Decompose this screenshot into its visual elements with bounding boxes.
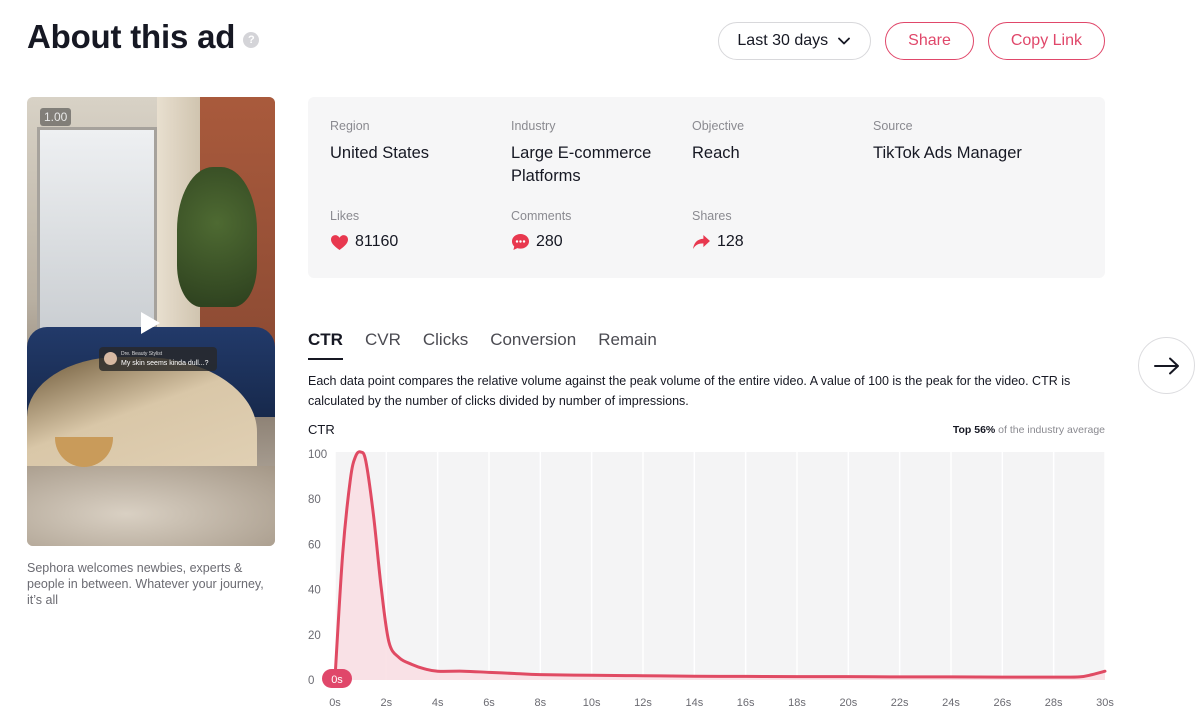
- tab-conversion[interactable]: Conversion: [490, 330, 576, 360]
- video-timestamp: 1.00: [40, 108, 72, 126]
- x-tick-label: 16s: [737, 697, 755, 709]
- shares-label: Shares: [692, 209, 732, 223]
- x-tick-label: 28s: [1045, 697, 1063, 709]
- help-icon[interactable]: ?: [243, 32, 260, 48]
- x-tick-label: 0s: [329, 697, 341, 709]
- industry-average-text: of the industry average: [995, 424, 1105, 436]
- avatar: [104, 352, 117, 365]
- y-tick-label: 100: [308, 449, 327, 461]
- page-title: About this ad ?: [27, 18, 260, 56]
- x-tick-label: 14s: [685, 697, 703, 709]
- shares-cell: Shares 128: [692, 209, 744, 251]
- x-tick-label: 26s: [993, 697, 1011, 709]
- x-tick-label: 22s: [891, 697, 909, 709]
- tab-clicks[interactable]: Clicks: [423, 330, 468, 360]
- share-button[interactable]: Share: [885, 22, 974, 60]
- date-range-dropdown[interactable]: Last 30 days: [718, 22, 872, 60]
- page-title-text: About this ad: [27, 18, 236, 55]
- play-button[interactable]: [119, 292, 181, 354]
- chart-plot-background: [335, 452, 1105, 680]
- copy-link-button[interactable]: Copy Link: [987, 22, 1105, 60]
- chart-label: CTR: [308, 422, 335, 437]
- heart-icon: [331, 234, 348, 250]
- industry-cell: Industry Large E-commerce Platforms: [511, 119, 681, 188]
- header-actions: Last 30 days Share Copy Link: [718, 22, 1105, 60]
- x-tick-label: 2s: [381, 697, 393, 709]
- x-tick-label: 18s: [788, 697, 806, 709]
- y-tick-label: 40: [308, 585, 321, 597]
- x-tick-label: 4s: [432, 697, 444, 709]
- video-comment-bubble: Dre. Beauty Stylist My skin seems kinda …: [99, 347, 217, 371]
- video-scene-plant: [177, 167, 257, 307]
- ad-description: Sephora welcomes newbies, experts & peop…: [27, 561, 264, 607]
- next-arrow-button[interactable]: [1138, 337, 1195, 394]
- comments-value: 280: [536, 233, 563, 250]
- tab-ctr[interactable]: CTR: [308, 330, 343, 360]
- chart-description: Each data point compares the relative vo…: [308, 374, 1071, 408]
- comment-icon: [511, 233, 530, 251]
- ctr-chart: 0 20 40 60 80 100 0s 2s 4s 6s 8s 10s 12s 14s 16s 18s 20s…: [308, 449, 1114, 709]
- comments-metric: 280: [511, 233, 571, 251]
- industry-top-percent: Top 56%: [952, 424, 996, 436]
- y-tick-label: 20: [308, 630, 321, 642]
- region-cell: Region United States: [330, 119, 429, 165]
- x-tick-label: 20s: [839, 697, 857, 709]
- industry-value: Large E-commerce Platforms: [511, 144, 652, 185]
- share-arrow-icon: [693, 234, 710, 250]
- date-range-label: Last 30 days: [737, 32, 829, 49]
- metric-tabs: CTR CVR Clicks Conversion Remain: [308, 330, 657, 360]
- y-tick-label: 60: [308, 539, 321, 551]
- objective-value: Reach: [692, 144, 740, 162]
- x-tick-label: 8s: [535, 697, 547, 709]
- source-cell: Source TikTok Ads Manager: [873, 119, 1022, 165]
- likes-value: 81160: [355, 233, 399, 250]
- industry-label: Industry: [511, 119, 556, 133]
- objective-label: Objective: [692, 119, 745, 133]
- source-value: TikTok Ads Manager: [873, 144, 1022, 162]
- industry-average-note: Top 56% of the industry average: [953, 424, 1105, 436]
- x-tick-label: 12s: [634, 697, 652, 709]
- likes-label: Likes: [330, 209, 360, 223]
- shares-metric: 128: [692, 233, 744, 251]
- ad-info-card: Region United States Industry Large E-co…: [308, 97, 1105, 278]
- region-value: United States: [330, 144, 430, 162]
- x-tick-label: 30s: [1096, 697, 1114, 709]
- tab-cvr[interactable]: CVR: [365, 330, 401, 360]
- x-tick-label: 10s: [583, 697, 601, 709]
- objective-cell: Objective Reach: [692, 119, 744, 165]
- bubble-name: Dre. Beauty Stylist: [121, 351, 163, 357]
- comments-cell: Comments 280: [511, 209, 571, 251]
- video-player[interactable]: 1.00 Dre. Beauty Stylist My skin seems k…: [27, 97, 275, 546]
- y-tick-label: 0: [308, 675, 314, 687]
- likes-metric: 81160: [330, 233, 398, 251]
- arrow-right-icon: [1153, 357, 1179, 374]
- tab-remain[interactable]: Remain: [598, 330, 657, 360]
- y-tick-label: 80: [308, 494, 321, 506]
- likes-cell: Likes 81160: [330, 209, 398, 251]
- region-label: Region: [330, 119, 370, 133]
- chevron-down-icon: [838, 37, 851, 45]
- shares-value: 128: [717, 233, 744, 250]
- bubble-text: My skin seems kinda dull...?: [121, 360, 209, 367]
- x-tick-label: 24s: [942, 697, 960, 709]
- x-tick-label: 6s: [483, 697, 495, 709]
- playhead-marker-label: 0s: [331, 674, 343, 686]
- play-icon: [141, 312, 160, 334]
- comments-label: Comments: [511, 209, 572, 223]
- video-scene-floor: [27, 466, 275, 546]
- source-label: Source: [873, 119, 913, 133]
